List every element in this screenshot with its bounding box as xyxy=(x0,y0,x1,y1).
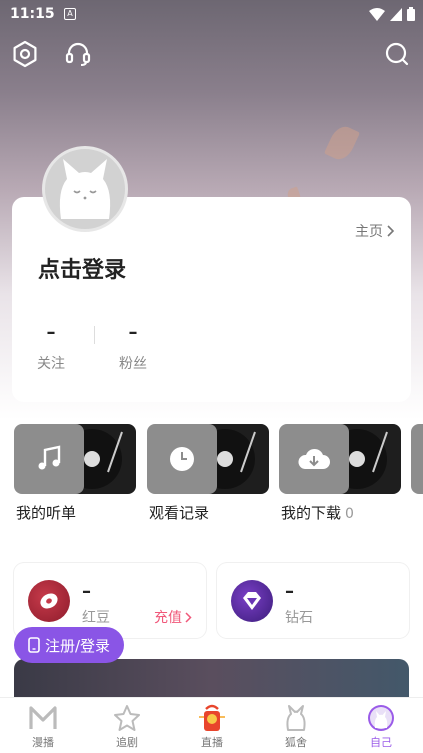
following-count: – xyxy=(46,322,56,343)
fox-avatar-icon xyxy=(59,159,111,219)
following-stat[interactable]: – 关注 xyxy=(36,322,66,373)
settings-icon xyxy=(13,40,37,68)
fox-icon xyxy=(281,704,311,732)
register-login-label: 注册/登录 xyxy=(44,636,111,655)
tab-label: 狐舍 xyxy=(285,736,307,749)
register-login-button[interactable]: 注册/登录 xyxy=(14,627,124,663)
quick-entry-more[interactable]: 我 xyxy=(411,424,423,496)
status-indicators xyxy=(369,7,415,21)
more-cover xyxy=(411,424,423,494)
diamond-balance: – xyxy=(285,581,294,602)
tab-self[interactable]: 自己 xyxy=(351,704,411,750)
cloud-download-icon xyxy=(298,448,330,469)
tab-fox-house[interactable]: 狐舍 xyxy=(266,704,326,750)
tab-manbo[interactable]: 漫播 xyxy=(13,704,73,750)
signal-icon xyxy=(390,7,402,21)
settings-button[interactable] xyxy=(11,40,39,68)
bottom-tab-bar: 漫播 追剧 直播 狐舍 自己 xyxy=(0,697,423,753)
customer-service-button[interactable] xyxy=(64,40,92,68)
quick-entry-label: 我的下载 0 xyxy=(281,504,354,522)
clock-icon xyxy=(170,447,194,471)
tab-drama[interactable]: 追剧 xyxy=(97,704,157,750)
following-label: 关注 xyxy=(37,356,65,372)
tab-label: 漫播 xyxy=(32,736,54,749)
quick-entry-label: 我的听单 xyxy=(16,504,77,522)
recharge-link[interactable]: 充值 xyxy=(154,607,192,627)
diamond-card[interactable]: – 钻石 xyxy=(217,563,409,638)
status-time: 11:15 xyxy=(10,6,55,22)
diamond-icon xyxy=(231,580,273,622)
profile-avatar-icon xyxy=(366,704,396,732)
phone-icon xyxy=(28,637,40,653)
battery-icon xyxy=(407,7,415,21)
search-button[interactable] xyxy=(383,40,411,68)
red-bean-balance: – xyxy=(82,581,91,602)
download-count: 0 xyxy=(345,506,354,522)
avatar[interactable] xyxy=(42,146,128,232)
m-logo-icon xyxy=(28,704,58,732)
music-note-icon xyxy=(38,445,61,470)
status-bar: 11:15 A xyxy=(0,0,423,30)
diamond-label: 钻石 xyxy=(285,610,313,626)
chevron-right-icon xyxy=(387,225,395,237)
promo-banner[interactable] xyxy=(14,659,409,699)
tab-live[interactable]: 直播 xyxy=(182,704,242,750)
playlist-cover xyxy=(14,424,84,494)
login-prompt[interactable]: 点击登录 xyxy=(38,252,126,284)
followers-label: 粉丝 xyxy=(119,356,147,372)
notification-icon: A xyxy=(64,8,76,20)
stat-divider xyxy=(94,326,95,344)
red-bean-label: 红豆 xyxy=(82,610,110,626)
search-icon xyxy=(385,42,409,66)
red-envelope-icon xyxy=(197,704,227,732)
tab-label: 直播 xyxy=(201,736,223,749)
chevron-right-icon xyxy=(185,611,192,623)
wifi-icon xyxy=(369,7,385,21)
followers-stat[interactable]: – 粉丝 xyxy=(118,322,148,373)
headset-icon xyxy=(65,42,91,66)
recharge-label: 充值 xyxy=(154,610,182,626)
followers-count: – xyxy=(128,322,138,343)
homepage-label: 主页 xyxy=(355,224,383,240)
tab-label: 自己 xyxy=(370,736,392,749)
downloads-cover xyxy=(279,424,349,494)
tab-label: 追剧 xyxy=(116,736,138,749)
star-icon xyxy=(112,704,142,732)
homepage-link[interactable]: 主页 xyxy=(355,221,395,241)
history-cover xyxy=(147,424,217,494)
red-bean-icon xyxy=(28,580,70,622)
quick-entry-label: 观看记录 xyxy=(149,504,210,522)
